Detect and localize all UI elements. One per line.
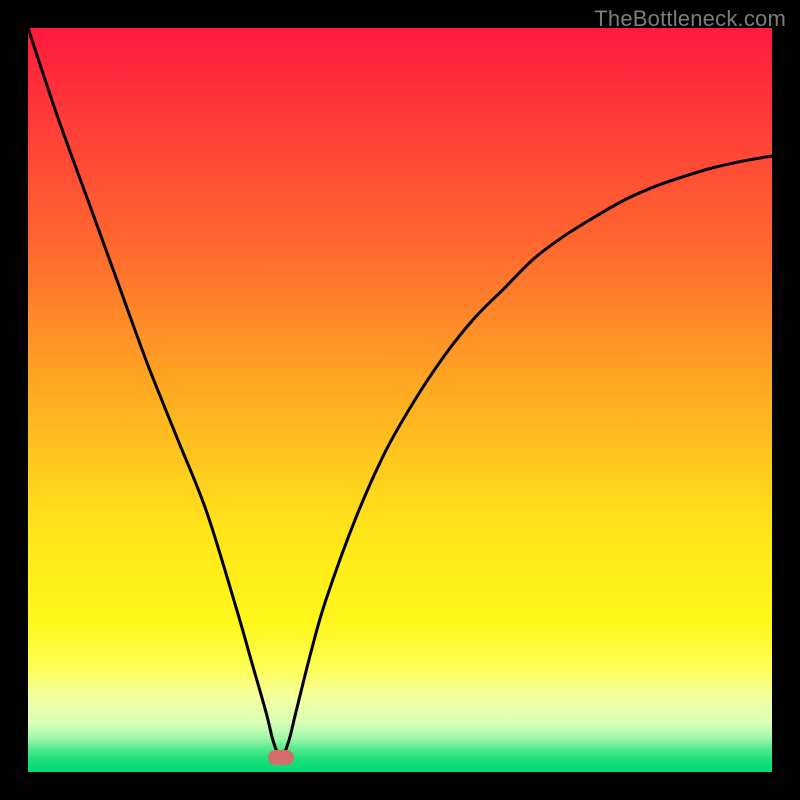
bottleneck-curve xyxy=(28,28,772,772)
watermark-text: TheBottleneck.com xyxy=(594,6,786,32)
chart-frame: TheBottleneck.com xyxy=(0,0,800,800)
plot-area xyxy=(28,28,772,772)
optimal-marker xyxy=(268,750,294,765)
